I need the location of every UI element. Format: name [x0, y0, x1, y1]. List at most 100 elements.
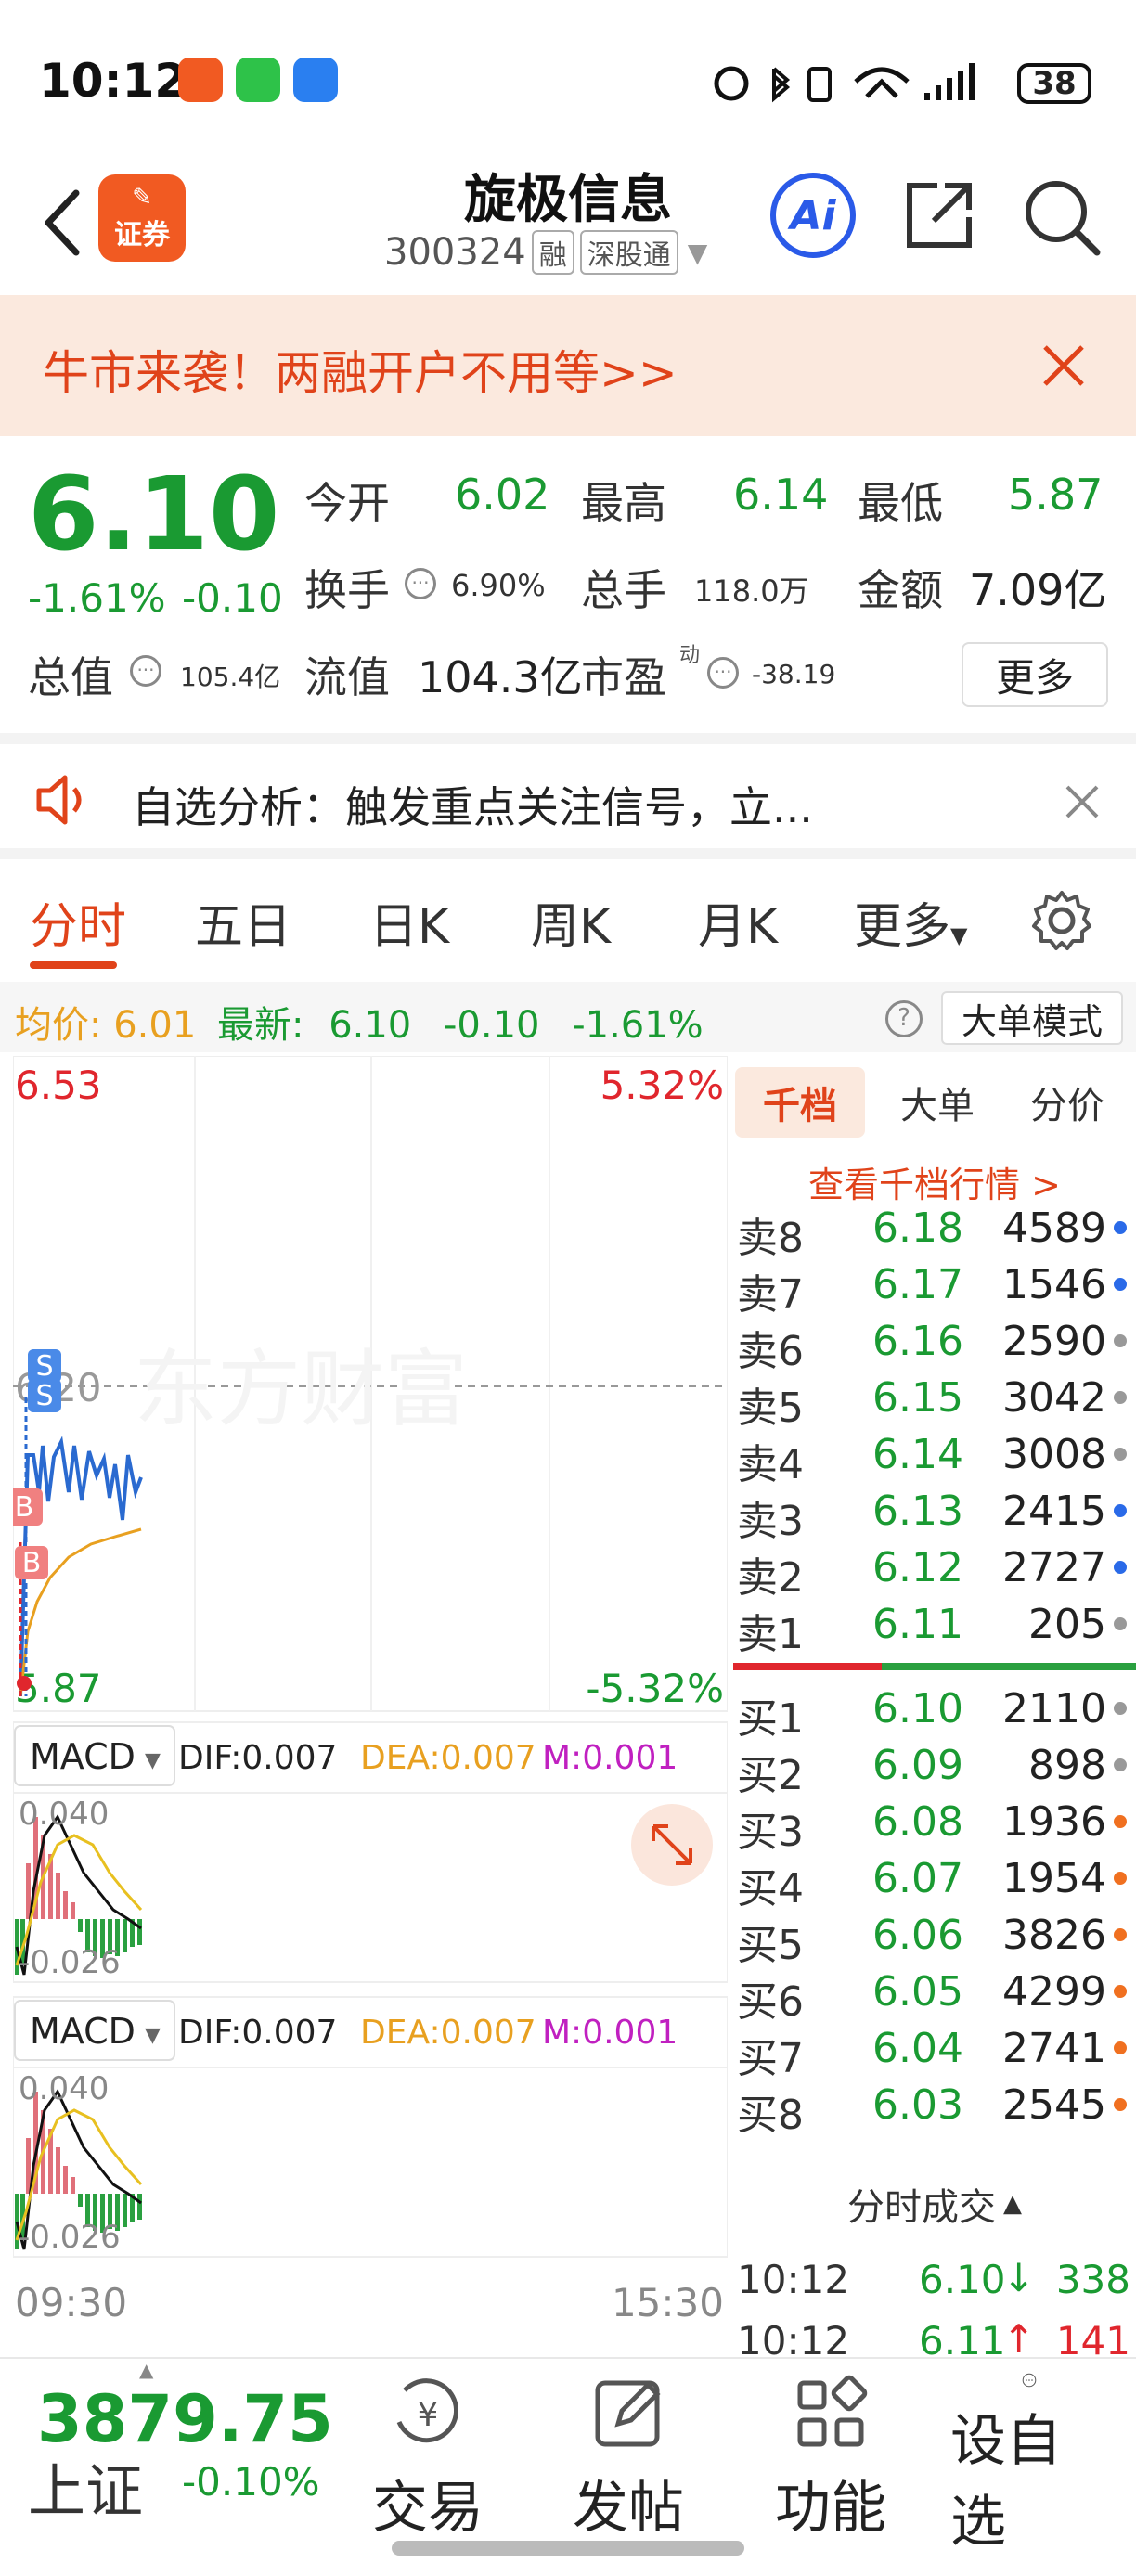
nav-trade[interactable]: ¥ 交易: [349, 2372, 507, 2557]
grid-icon: [797, 2375, 868, 2447]
order-level-row[interactable]: 卖7 6.17 1546: [733, 1256, 1136, 1319]
level-label: 买8: [737, 2092, 804, 2139]
chevron-up-icon[interactable]: ▲: [139, 2359, 153, 2381]
speaker-icon: [36, 775, 82, 825]
share-icon[interactable]: [900, 176, 978, 254]
nav-post[interactable]: 发帖: [549, 2372, 707, 2557]
tick-price: 6.10: [919, 2257, 1006, 2302]
home-indicator[interactable]: [392, 2541, 744, 2556]
level-volume: 898: [1028, 1742, 1106, 1789]
sell-signal-marker[interactable]: S S: [28, 1349, 61, 1412]
level-marker-dot: [1114, 1928, 1127, 1941]
order-level-row[interactable]: 买3 6.08 1936: [733, 1793, 1136, 1856]
close-icon[interactable]: [1039, 341, 1088, 390]
price-summary: 均价: 6.01 最新: 6.10 -0.10 -1.61%: [15, 995, 704, 1049]
tab-monthly-k[interactable]: 月K: [698, 887, 778, 957]
tick-volume: 338: [1055, 2257, 1130, 2302]
order-level-row[interactable]: 买8 6.03 2545: [733, 2076, 1136, 2139]
search-icon[interactable]: [1021, 176, 1104, 260]
stock-header: ✎ 证券 旋极信息 300324 融 深股通 ▼ Ai: [0, 158, 1136, 295]
order-level-row[interactable]: 卖3 6.13 2415: [733, 1482, 1136, 1545]
level-marker-dot: [1114, 2041, 1127, 2054]
level-volume: 1546: [1002, 1261, 1106, 1308]
order-level-row[interactable]: 卖6 6.16 2590: [733, 1312, 1136, 1375]
more-icon: [1022, 2373, 1037, 2388]
level-price: 6.16: [872, 1318, 963, 1365]
tab-big-order[interactable]: 大单: [872, 1067, 1002, 1138]
index-name[interactable]: 上证: [28, 2444, 143, 2528]
trade-ticks-header[interactable]: 分时成交 ▲: [733, 2170, 1136, 2238]
ai-button[interactable]: Ai: [770, 173, 856, 258]
svg-text:B: B: [22, 1547, 42, 1579]
order-level-row[interactable]: 卖2 6.12 2727: [733, 1539, 1136, 1602]
level-volume: 2741: [1002, 2025, 1106, 2072]
index-change: -0.10%: [182, 2459, 320, 2505]
help-icon[interactable]: ?: [885, 1000, 923, 1037]
info-icon[interactable]: ···: [707, 657, 739, 689]
dif-value: DIF:0.007: [178, 2014, 337, 2052]
chevron-down-icon: ▼: [145, 2024, 161, 2047]
tab-weekly-k[interactable]: 周K: [531, 887, 611, 957]
vibrate-icon: [807, 67, 832, 102]
big-order-mode-button[interactable]: 大单模式: [941, 991, 1123, 1045]
axis-top-pct: 5.32%: [600, 1063, 724, 1108]
info-icon[interactable]: ···: [130, 655, 161, 687]
order-level-row[interactable]: 卖5 6.15 3042: [733, 1369, 1136, 1432]
tab-thousand-level[interactable]: 千档: [735, 1067, 865, 1138]
last-value: 6.10: [329, 1004, 412, 1047]
level-price: 6.10: [872, 1685, 963, 1732]
alert-text[interactable]: 自选分析：触发重点关注信号，立...: [132, 774, 813, 835]
level-marker-dot: [1114, 1758, 1127, 1771]
level-marker-dot: [1114, 2098, 1127, 2111]
analysis-alert[interactable]: 自选分析：触发重点关注信号，立...: [0, 733, 1136, 859]
order-level-row[interactable]: 买2 6.09 898: [733, 1736, 1136, 1799]
tab-price-distribution[interactable]: 分价: [1002, 1067, 1132, 1138]
intraday-chart[interactable]: 东方财富 6.53 5.32% 6.20 5.87 -5.32% S S B B…: [13, 1056, 728, 2333]
promo-text[interactable]: 牛市来袭！两融开户不用等>>: [43, 336, 678, 403]
chevron-up-icon: ▲: [1003, 2190, 1022, 2218]
watermark: 东方财富: [134, 1341, 468, 1438]
level-price: 6.12: [872, 1544, 963, 1591]
gear-icon[interactable]: [1030, 889, 1093, 952]
pe-superscript: 动: [679, 644, 701, 667]
tab-daily-k[interactable]: 日K: [369, 887, 449, 957]
order-level-row[interactable]: 买6 6.05 4299: [733, 1963, 1136, 2026]
trade-icon: ¥: [396, 2378, 458, 2443]
order-level-row[interactable]: 买5 6.06 3826: [733, 1906, 1136, 1969]
promo-banner[interactable]: 牛市来袭！两融开户不用等>>: [0, 295, 1136, 436]
level-volume: 205: [1028, 1601, 1106, 1648]
volume-label: 总手: [581, 565, 666, 615]
tick-direction-icon: ↓: [1002, 2255, 1036, 2300]
order-level-row[interactable]: 卖4 6.14 3008: [733, 1425, 1136, 1488]
alarm-icon: [714, 66, 749, 101]
last-label: 最新:: [216, 1004, 304, 1047]
more-quote-button[interactable]: 更多: [962, 642, 1108, 707]
order-level-row[interactable]: 买1 6.10 2110: [733, 1680, 1136, 1743]
tab-five-day[interactable]: 五日: [195, 887, 291, 957]
pe-label: 市盈: [581, 652, 666, 702]
nav-add-watchlist[interactable]: 设自选: [950, 2372, 1108, 2557]
level-price: 6.05: [872, 1968, 963, 2016]
chevron-down-icon[interactable]: ▼: [688, 238, 708, 268]
order-level-row[interactable]: 卖1 6.11 205: [733, 1595, 1136, 1658]
status-icons: [714, 63, 975, 103]
pct-value: -1.61%: [572, 1004, 704, 1047]
order-level-row[interactable]: 卖8 6.18 4589: [733, 1199, 1136, 1262]
margin-tag: 融: [531, 230, 574, 275]
chg-value: -0.10: [443, 1004, 540, 1047]
nav-functions[interactable]: 功能: [752, 2372, 910, 2557]
low-value: 5.87: [1008, 470, 1104, 520]
close-icon[interactable]: [1064, 783, 1101, 820]
order-level-row[interactable]: 买7 6.04 2741: [733, 2019, 1136, 2082]
expand-icon[interactable]: [631, 1804, 713, 1886]
high-value: 6.14: [733, 470, 829, 520]
info-icon[interactable]: ···: [405, 568, 436, 599]
order-level-row[interactable]: 买4 6.07 1954: [733, 1849, 1136, 1913]
tab-more[interactable]: 更多▼: [854, 887, 967, 957]
stock-code: 300324: [384, 231, 526, 274]
tab-intraday[interactable]: 分时: [30, 887, 126, 957]
sgt-tag: 深股通: [579, 230, 678, 275]
level-marker-dot: [1114, 1561, 1127, 1574]
level-volume: 2415: [1002, 1488, 1106, 1535]
change-percent: -1.61%: [28, 575, 166, 621]
